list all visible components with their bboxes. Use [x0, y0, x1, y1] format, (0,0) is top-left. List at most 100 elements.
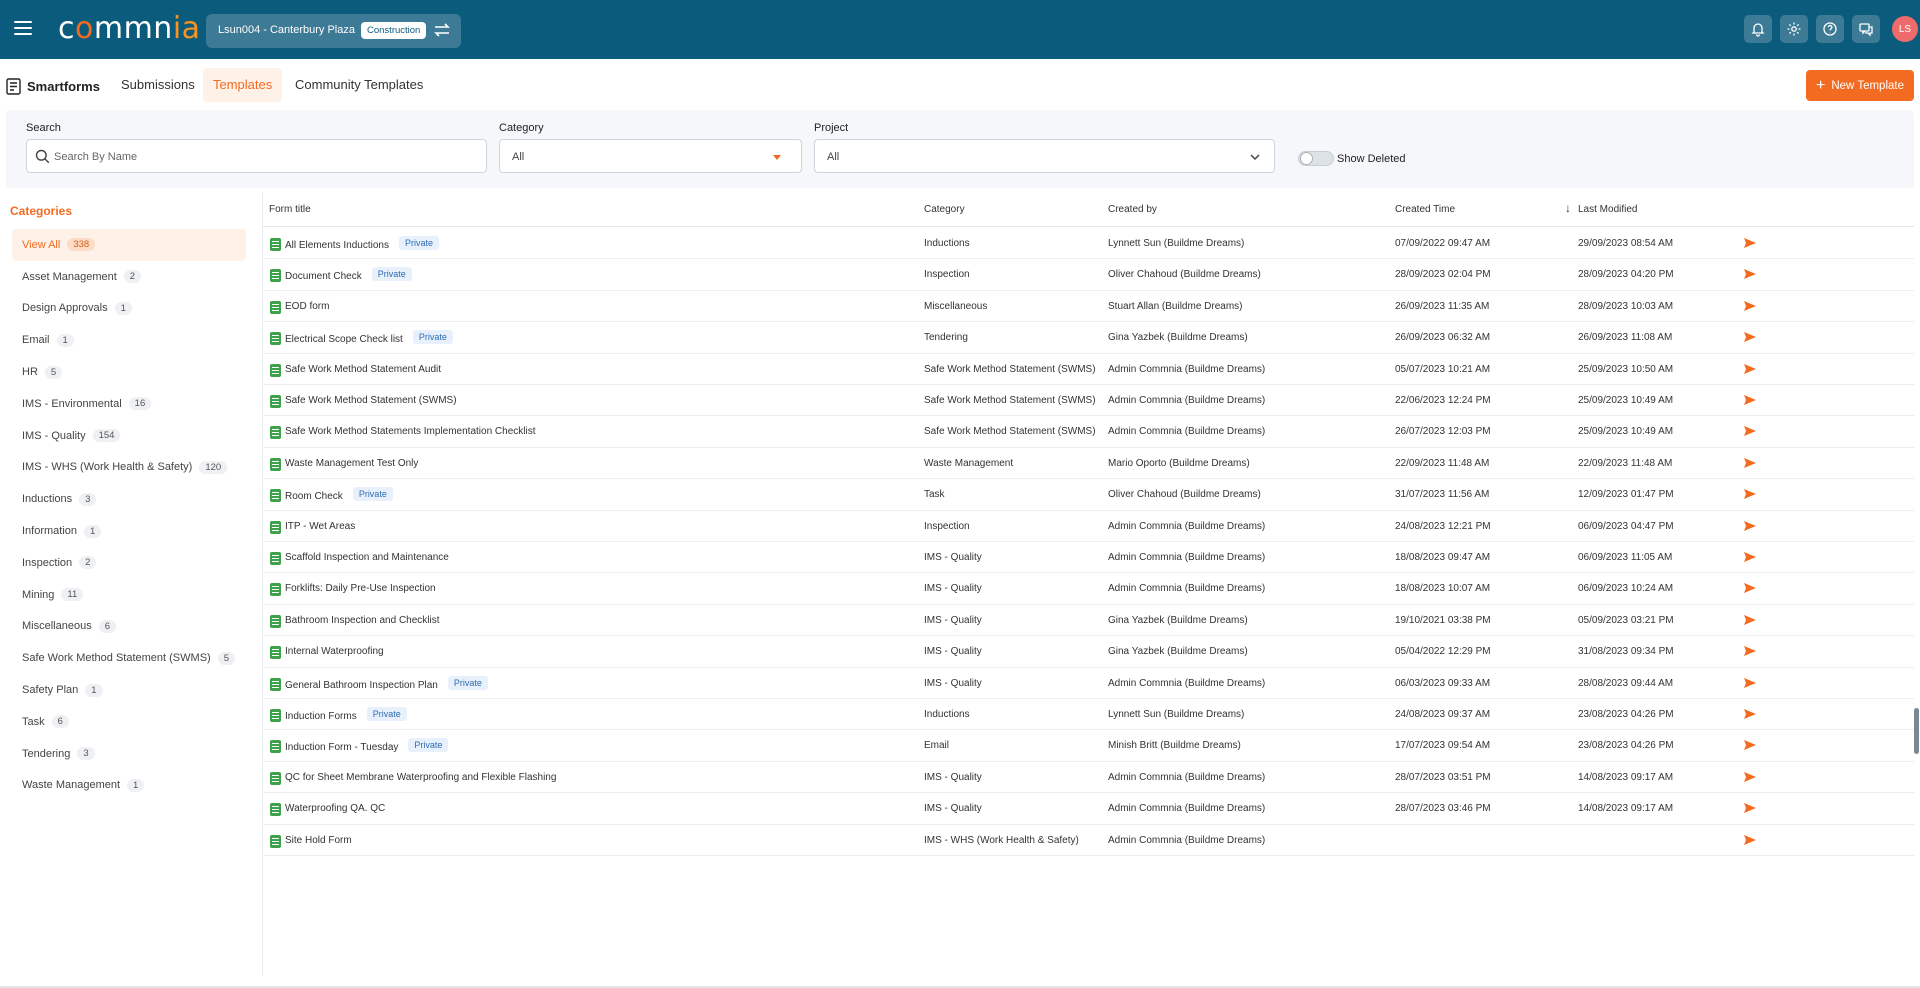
table-row[interactable]: Waste Management Test Only Waste Manageme… [263, 448, 1914, 480]
sidebar-item-design-approvals[interactable]: Design Approvals 1 [12, 293, 246, 325]
table-row[interactable]: QC for Sheet Membrane Waterproofing and … [263, 762, 1914, 794]
sidebar-item-inspection[interactable]: Inspection 2 [12, 547, 246, 579]
table-row[interactable]: General Bathroom Inspection Plan Private I… [263, 668, 1914, 699]
send-icon[interactable] [1743, 802, 1757, 814]
col-created-by[interactable]: Created by [1108, 204, 1157, 215]
sidebar-item-view-all[interactable]: View All 338 [12, 229, 246, 261]
send-icon[interactable] [1743, 300, 1757, 312]
send-icon[interactable] [1743, 582, 1757, 594]
form-title[interactable]: General Bathroom Inspection Plan Private [285, 675, 488, 692]
sidebar-item-asset-management[interactable]: Asset Management 2 [12, 261, 246, 293]
send-icon[interactable] [1743, 457, 1757, 469]
new-template-button[interactable]: + New Template [1806, 70, 1914, 101]
form-title[interactable]: Safe Work Method Statements Implementati… [285, 426, 535, 437]
table-row[interactable]: EOD form Miscellaneous Stuart Allan (Build… [263, 291, 1914, 323]
send-icon[interactable] [1743, 834, 1757, 846]
send-icon[interactable] [1743, 425, 1757, 437]
form-title[interactable]: Safe Work Method Statement Audit [285, 364, 441, 375]
notifications-button[interactable] [1744, 15, 1772, 43]
form-title[interactable]: Room Check Private [285, 487, 393, 503]
col-last-modified[interactable]: Last Modified [1578, 204, 1637, 215]
form-title[interactable]: Document Check Private [285, 267, 412, 283]
table-row[interactable]: Induction Form - Tuesday Private Email Mini… [263, 730, 1914, 762]
send-icon[interactable] [1743, 331, 1757, 343]
table-row[interactable]: Bathroom Inspection and Checklist IMS - Q… [263, 605, 1914, 637]
send-icon[interactable] [1743, 708, 1757, 720]
tab-templates[interactable]: Templates [203, 68, 283, 102]
table-row[interactable]: Site Hold Form IMS - WHS (Work Health & S… [263, 825, 1914, 856]
send-icon[interactable] [1743, 268, 1757, 280]
table-row[interactable]: Scaffold Inspection and Maintenance IMS -… [263, 542, 1914, 574]
table-row[interactable]: Internal Waterproofing IMS - Quality Gina … [263, 636, 1914, 668]
sidebar-item-ims-quality[interactable]: IMS - Quality 154 [12, 420, 246, 452]
sidebar-item-email[interactable]: Email 1 [12, 324, 246, 356]
form-title[interactable]: Induction Form - Tuesday Private [285, 738, 449, 754]
table-row[interactable]: Waterproofing QA. QC IMS - Quality Admin C… [263, 793, 1914, 825]
sidebar-item-ims-environmental[interactable]: IMS - Environmental 16 [12, 388, 246, 420]
category-select[interactable]: All [499, 139, 802, 173]
tab-community-templates[interactable]: Community Templates [285, 68, 433, 102]
table-row[interactable]: All Elements Inductions Private Inductions… [263, 228, 1914, 260]
send-icon[interactable] [1743, 488, 1757, 500]
swap-icon[interactable] [432, 20, 452, 40]
send-icon[interactable] [1743, 363, 1757, 375]
form-title[interactable]: Safe Work Method Statement (SWMS) [285, 395, 457, 406]
sidebar-item-tendering[interactable]: Tendering 3 [12, 738, 246, 770]
show-deleted-toggle[interactable] [1298, 151, 1334, 166]
hamburger-menu-icon[interactable] [14, 21, 32, 35]
form-title[interactable]: QC for Sheet Membrane Waterproofing and … [285, 772, 556, 783]
table-scrollbar[interactable] [1913, 200, 1919, 970]
user-avatar[interactable]: LS [1892, 16, 1918, 42]
sidebar-item-miscellaneous[interactable]: Miscellaneous 6 [12, 611, 246, 643]
sidebar-item-waste-management[interactable]: Waste Management 1 [12, 770, 246, 802]
search-input[interactable]: Search By Name [26, 139, 487, 173]
sidebar-item-safe-work-method-statement-swms[interactable]: Safe Work Method Statement (SWMS) 5 [12, 642, 246, 674]
table-row[interactable]: Safe Work Method Statement Audit Safe Wor… [263, 354, 1914, 385]
form-title[interactable]: EOD form [285, 301, 329, 312]
form-title[interactable]: Bathroom Inspection and Checklist [285, 615, 440, 626]
sidebar-item-hr[interactable]: HR 5 [12, 356, 246, 388]
send-icon[interactable] [1743, 520, 1757, 532]
app-logo[interactable]: commnia [58, 11, 201, 46]
settings-button[interactable] [1780, 15, 1808, 43]
sidebar-item-task[interactable]: Task 6 [12, 706, 246, 738]
sidebar-item-safety-plan[interactable]: Safety Plan 1 [12, 674, 246, 706]
send-icon[interactable] [1743, 614, 1757, 626]
sidebar-item-inductions[interactable]: Inductions 3 [12, 483, 246, 515]
form-title[interactable]: ITP - Wet Areas [285, 521, 355, 532]
send-icon[interactable] [1743, 645, 1757, 657]
form-title[interactable]: Waterproofing QA. QC [285, 803, 385, 814]
help-button[interactable] [1816, 15, 1844, 43]
scrollbar-thumb[interactable] [1914, 708, 1919, 754]
table-row[interactable]: Safe Work Method Statement (SWMS) Safe Wo… [263, 385, 1914, 417]
form-title[interactable]: Site Hold Form [285, 835, 352, 846]
form-title[interactable]: Scaffold Inspection and Maintenance [285, 552, 449, 563]
send-icon[interactable] [1743, 771, 1757, 783]
form-title[interactable]: Induction Forms Private [285, 707, 407, 723]
send-icon[interactable] [1743, 551, 1757, 563]
form-title[interactable]: Waste Management Test Only [285, 458, 418, 469]
sidebar-item-ims-whs-work-health-safety[interactable]: IMS - WHS (Work Health & Safety) 120 [12, 452, 246, 484]
form-title[interactable]: All Elements Inductions Private [285, 236, 439, 252]
project-selector[interactable]: Lsun004 - Canterbury Plaza Construction [206, 14, 461, 48]
table-row[interactable]: Room Check Private Task Oliver Chahoud (Bui… [263, 479, 1914, 511]
send-icon[interactable] [1743, 739, 1757, 751]
form-title[interactable]: Electrical Scope Check list Private [285, 330, 453, 346]
table-row[interactable]: Forklifts: Daily Pre-Use Inspection IMS -… [263, 573, 1914, 605]
tab-submissions[interactable]: Submissions [111, 68, 205, 102]
table-row[interactable]: ITP - Wet Areas Inspection Admin Commnia (… [263, 511, 1914, 542]
table-row[interactable]: Document Check Private Inspection Oliver Ch… [263, 259, 1914, 291]
project-select[interactable]: All [814, 139, 1275, 173]
table-row[interactable]: Safe Work Method Statements Implementati… [263, 416, 1914, 448]
sidebar-item-information[interactable]: Information 1 [12, 515, 246, 547]
send-icon[interactable] [1743, 677, 1757, 689]
form-title[interactable]: Forklifts: Daily Pre-Use Inspection [285, 583, 436, 594]
table-row[interactable]: Electrical Scope Check list Private Tender… [263, 322, 1914, 354]
col-created-time[interactable]: Created Time [1395, 204, 1455, 215]
sidebar-item-mining[interactable]: Mining 11 [12, 579, 246, 611]
sort-desc-icon[interactable]: ↓ [1565, 201, 1571, 215]
col-form-title[interactable]: Form title [269, 204, 311, 215]
col-category[interactable]: Category [924, 204, 965, 215]
send-icon[interactable] [1743, 237, 1757, 249]
table-row[interactable]: Induction Forms Private Inductions Lynnett … [263, 699, 1914, 731]
